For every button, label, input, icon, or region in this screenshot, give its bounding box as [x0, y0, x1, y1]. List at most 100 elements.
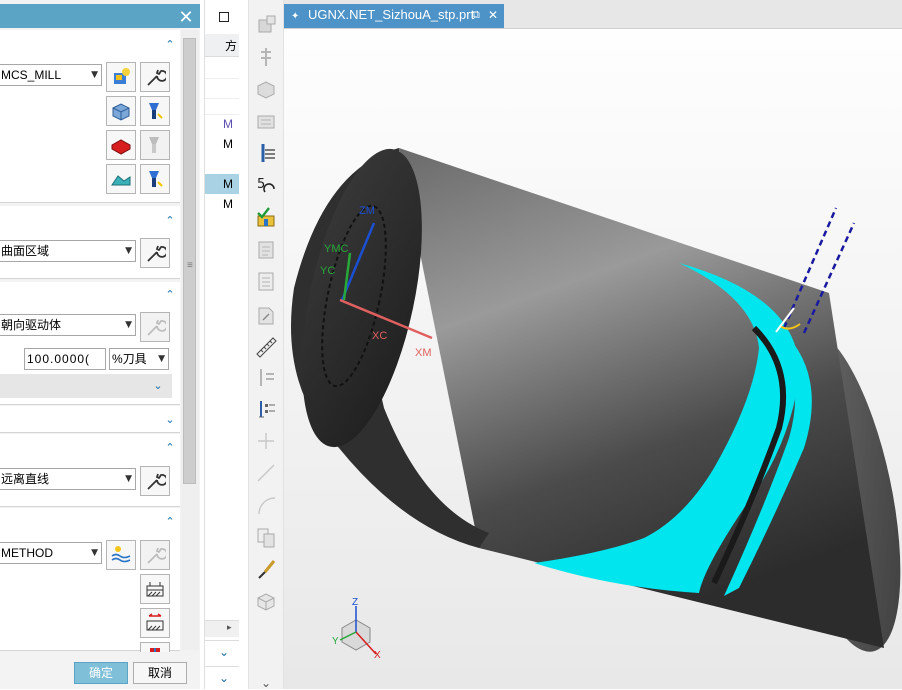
document-tabbar: ✦ UGNX.NET_SizhouA_stp.prt ⧉ ✕: [284, 0, 902, 29]
tool-axis-group: ⌃ 远离直线 ▼: [0, 434, 180, 507]
view-triad[interactable]: Z Y X: [332, 597, 381, 661]
projection-vector-select[interactable]: 朝向驱动体 ▼: [0, 314, 136, 336]
expand-area[interactable]: ⌄: [205, 666, 239, 690]
navigator-row[interactable]: M: [205, 134, 239, 154]
collapse-method-icon[interactable]: ⌃: [164, 516, 176, 528]
collapse-geometry-icon[interactable]: ⌃: [164, 39, 176, 51]
arc-icon[interactable]: [255, 494, 277, 516]
display-part-button[interactable]: [140, 96, 170, 126]
float-tab-icon[interactable]: ⧉: [472, 4, 480, 26]
postprocess-icon[interactable]: [255, 270, 277, 292]
chevron-down-icon: ▼: [125, 320, 132, 330]
chevron-down-icon: ▼: [125, 246, 132, 256]
edit-drive-button[interactable]: [140, 238, 170, 268]
measure-icon[interactable]: [255, 336, 277, 358]
verify-toolpath-icon[interactable]: [255, 206, 277, 228]
method-select[interactable]: METHOD ▼: [0, 542, 102, 564]
flashlight-icon: [149, 103, 163, 119]
tool-axis-select[interactable]: 远离直线 ▼: [0, 468, 136, 490]
generate-toolpath-icon[interactable]: [255, 142, 277, 164]
expand-icon: ⌄: [219, 671, 230, 685]
chevron-down-icon: ▼: [125, 474, 132, 484]
edit-projection-button[interactable]: [140, 312, 170, 342]
expand-icon: ⌄: [219, 645, 230, 659]
cancel-button[interactable]: 取消: [133, 662, 187, 684]
geometry-select[interactable]: MCS_MILL ▼: [0, 64, 102, 86]
edit-method-button[interactable]: [140, 540, 170, 570]
expand-area[interactable]: ⌄: [205, 640, 239, 665]
display-cut-area-button[interactable]: [140, 164, 170, 194]
label-yc: YC: [320, 265, 335, 277]
document-tab[interactable]: ✦ UGNX.NET_SizhouA_stp.prt ⧉ ✕: [284, 4, 504, 28]
create-program-icon[interactable]: [255, 14, 277, 36]
dialog-titlebar: ✕: [0, 4, 200, 28]
create-geometry-icon[interactable]: [255, 78, 277, 100]
label-xm: XM: [415, 347, 432, 359]
copy-icon[interactable]: [255, 526, 277, 548]
label-zm: ZM: [359, 205, 375, 217]
label-ymc: YMC: [324, 243, 349, 255]
wrench-icon: [147, 473, 166, 490]
replay-toolpath-icon[interactable]: 5: [255, 174, 277, 196]
check-geometry-icon: [111, 139, 131, 155]
edit-tool-axis-button[interactable]: [140, 466, 170, 496]
blank-row: [205, 58, 239, 79]
specify-part-button[interactable]: [106, 96, 136, 126]
column-header[interactable]: 方: [225, 37, 237, 54]
triad-z: Z: [352, 597, 358, 608]
tool-list-icon[interactable]: [255, 398, 277, 420]
display-check-button[interactable]: [140, 130, 170, 160]
navigator-row[interactable]: M: [205, 194, 239, 214]
tab-title: UGNX.NET_SizhouA_stp.prt: [308, 7, 475, 22]
graphics-viewport[interactable]: ZM YMC YC XC XM Z Y X: [284, 0, 902, 689]
maximize-icon[interactable]: [219, 12, 229, 22]
cut-area-icon: [111, 175, 131, 186]
toolbar-more-icon[interactable]: ⌄: [261, 676, 271, 690]
triad-y: Y: [332, 636, 339, 647]
chevron-down-icon: ▼: [91, 70, 98, 80]
ok-button[interactable]: 确定: [74, 662, 128, 684]
blank-row: [205, 98, 239, 115]
workpiece-icon[interactable]: [255, 590, 277, 612]
horizontal-scrollbar[interactable]: ▸: [205, 620, 239, 637]
unit-select[interactable]: %刀具 ▼: [109, 348, 169, 370]
operation-navigator: 方 M M M M ▸ ⌄ ⌄: [204, 0, 239, 689]
line-icon[interactable]: [255, 462, 277, 484]
specify-cut-area-button[interactable]: [106, 164, 136, 194]
edit-geometry-button[interactable]: [140, 62, 170, 92]
paint-brush-icon[interactable]: [255, 558, 277, 580]
collapse-drive-icon[interactable]: ⌃: [164, 215, 176, 227]
collapse-projection-icon[interactable]: ⌃: [164, 289, 176, 301]
triad-x: X: [374, 650, 381, 661]
close-icon[interactable]: ✕: [178, 8, 194, 26]
grip-icon: ≡: [187, 260, 193, 271]
point-icon[interactable]: [255, 430, 277, 452]
non-cutting-moves-button[interactable]: [140, 608, 170, 638]
list-toolpath-icon[interactable]: [255, 238, 277, 260]
scrollbar-thumb[interactable]: ≡: [183, 38, 196, 484]
chevron-down-icon: ▼: [91, 548, 98, 558]
expand-bar[interactable]: ⌄: [0, 374, 172, 398]
blank-row: [205, 154, 239, 175]
close-tab-icon[interactable]: ✕: [488, 4, 498, 26]
collapse-tool-axis-icon[interactable]: ⌃: [164, 442, 176, 454]
create-tool-icon[interactable]: [255, 46, 277, 68]
label-xc: XC: [372, 330, 387, 342]
create-operation-icon[interactable]: [255, 110, 277, 132]
cutting-params-button[interactable]: [140, 574, 170, 604]
wrench-icon: [147, 69, 166, 86]
shop-docs-icon[interactable]: [255, 304, 277, 326]
distance-value-input[interactable]: 100.0000(: [24, 348, 106, 370]
navigator-row[interactable]: M: [205, 114, 239, 134]
navigator-row-selected[interactable]: M: [205, 174, 239, 194]
wrench-disabled-icon: [147, 547, 166, 564]
method-group: ⌃ METHOD ▼: [0, 508, 180, 654]
expand-icon[interactable]: ⌄: [164, 414, 176, 426]
pin-icon: ✦: [291, 11, 300, 22]
scroll-right-icon[interactable]: ▸: [227, 622, 232, 633]
specify-check-button[interactable]: [106, 130, 136, 160]
new-geometry-button[interactable]: [106, 62, 136, 92]
new-method-button[interactable]: [106, 540, 136, 570]
feeds-icon[interactable]: [255, 366, 277, 388]
drive-method-select[interactable]: 曲面区域 ▼: [0, 240, 136, 262]
